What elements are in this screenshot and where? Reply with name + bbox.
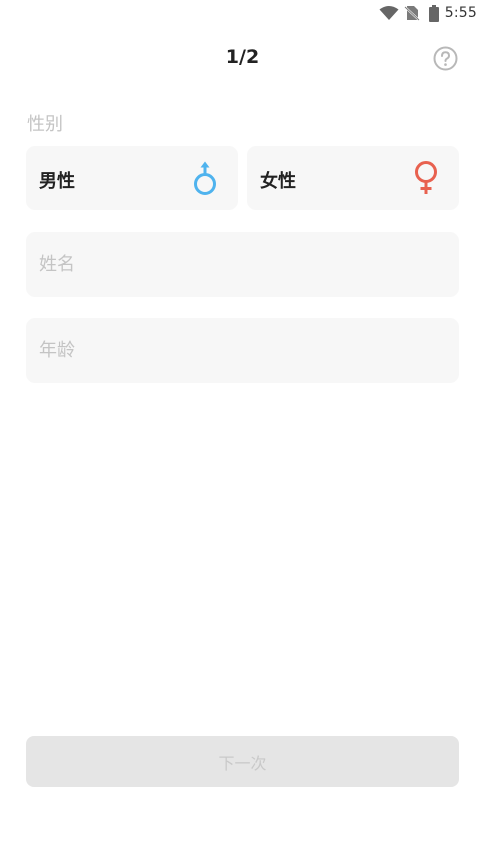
name-input[interactable]	[26, 232, 459, 297]
battery-icon	[429, 5, 439, 22]
next-button[interactable]: 下一次	[26, 736, 459, 787]
male-symbol-icon	[194, 161, 216, 195]
gender-option-male-label: 男性	[39, 171, 75, 192]
name-field	[26, 232, 459, 297]
header: 1/2	[0, 40, 485, 76]
wifi-icon	[379, 6, 399, 20]
gender-option-female[interactable]: 女性	[247, 146, 459, 210]
age-input[interactable]	[26, 318, 459, 383]
no-sim-icon	[404, 6, 420, 21]
profile-setup-screen: 5:55 1/2 性别 男性 女性 姓名 年龄 下一次	[0, 0, 485, 863]
step-indicator: 1/2	[225, 46, 260, 68]
gender-option-male[interactable]: 男性	[26, 146, 238, 210]
status-bar: 5:55	[0, 0, 485, 28]
age-field	[26, 318, 459, 383]
help-circle-icon	[433, 46, 458, 71]
gender-section-label: 性别	[27, 114, 63, 135]
gender-option-female-label: 女性	[260, 171, 296, 192]
help-button[interactable]	[433, 46, 458, 71]
female-symbol-icon	[415, 161, 437, 194]
status-time: 5:55	[444, 5, 477, 21]
